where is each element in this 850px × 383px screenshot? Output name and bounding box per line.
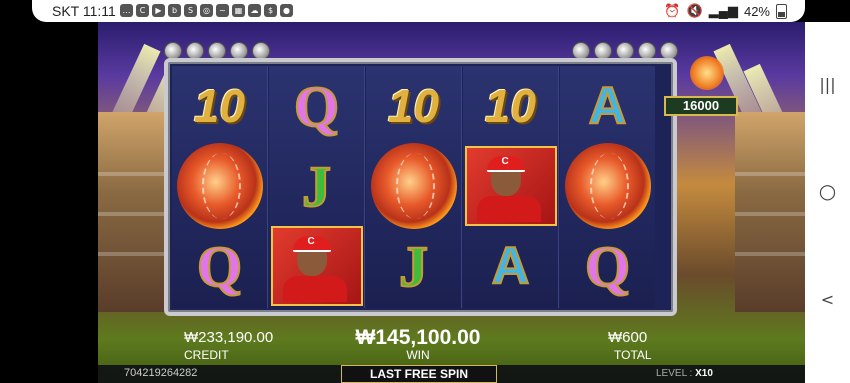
win-label: WIN — [406, 348, 430, 362]
crowd-right — [735, 112, 805, 312]
status-right: ⏰ 🔇 ▂▄▆ 42% — [664, 3, 787, 19]
bonus-indicator: 16000 — [664, 56, 738, 116]
android-nav-bar: ||| ○ < — [805, 22, 850, 383]
reel-frame: 10 Q Q J C 10 J 10 C A A Q — [164, 58, 677, 316]
game-id: 704219264282 — [124, 367, 198, 379]
reel-1: 10 Q — [172, 66, 268, 308]
reel-2: Q J C — [269, 66, 365, 308]
battery-percent: 42% — [743, 3, 770, 19]
reel-symbol: Q — [293, 73, 340, 140]
reel-symbol: J — [398, 233, 429, 300]
fireball-icon — [690, 56, 724, 90]
b-icon: b — [168, 4, 181, 17]
level-indicator: LEVEL : X10 — [656, 368, 713, 379]
fireball-icon — [176, 143, 263, 229]
reel-symbol — [560, 143, 655, 229]
instagram-icon: ◎ — [200, 4, 213, 17]
reel-4: 10 C A — [463, 66, 559, 308]
reel-symbol: Q — [196, 233, 243, 300]
home-button[interactable]: ○ — [815, 179, 840, 204]
reel-symbol: Q — [584, 233, 631, 300]
info-panel: ₩233,190.00 CREDIT ₩145,100.00 WIN ₩600 … — [98, 322, 805, 362]
image-icon: ▦ — [232, 4, 245, 17]
slot-game[interactable]: 10 Q Q J C 10 J 10 C A A Q 16000 ₩233,19… — [98, 22, 805, 383]
chat-icon: … — [120, 4, 133, 17]
status-time: SKT 11:11 — [52, 3, 116, 19]
total-value[interactable]: ₩600 — [608, 329, 647, 346]
last-free-spin-banner: LAST FREE SPIN — [341, 365, 497, 383]
reel-symbol: A — [491, 236, 531, 296]
message-icon: ● — [280, 4, 293, 17]
reel-symbol — [172, 143, 267, 229]
total-label: TOTAL — [614, 348, 652, 362]
level-value: X10 — [695, 368, 713, 379]
credit-label: CREDIT — [184, 348, 229, 362]
reel-symbol: C — [269, 226, 364, 306]
back-button[interactable]: < — [815, 287, 840, 312]
reel-3: 10 J — [366, 66, 462, 308]
youtube-icon: ▶ — [152, 4, 165, 17]
level-label: LEVEL : — [656, 368, 693, 379]
reel-symbol: 10 — [387, 80, 440, 132]
status-bar: SKT 11:11 … C ▶ b S ◎ ~ ▦ ☁ $ ● ⏰ 🔇 ▂▄▆ … — [32, 0, 805, 22]
sol-pay-icon: $ — [264, 4, 277, 17]
mute-icon: 🔇 — [686, 3, 703, 18]
fireball-icon — [564, 143, 651, 229]
reel-5: A Q — [560, 66, 655, 308]
reel-symbol: 10 — [484, 80, 537, 132]
fireball-icon — [370, 143, 457, 229]
win-value: ₩145,100.00 — [355, 326, 481, 349]
signal-icon: ▂▄▆ — [708, 3, 738, 18]
cloud-icon: ☁ — [248, 4, 261, 17]
recent-apps-button[interactable]: ||| — [815, 72, 840, 97]
alarm-icon: ⏰ — [664, 3, 681, 18]
credit-value: ₩233,190.00 — [184, 329, 274, 346]
s-icon: S — [184, 4, 197, 17]
game-footer: 704219264282 LAST FREE SPIN LEVEL : X10 — [98, 365, 805, 383]
battery-icon — [776, 3, 787, 19]
reel-symbol: A — [588, 76, 628, 136]
crowd-left — [98, 112, 170, 312]
bonus-value: 16000 — [664, 96, 738, 116]
notification-icons: … C ▶ b S ◎ ~ ▦ ☁ $ ● — [120, 4, 293, 17]
reel-symbol: C — [463, 146, 558, 226]
reel-symbol: J — [301, 153, 332, 220]
baseball-player-icon: C — [270, 226, 363, 306]
c-icon: C — [136, 4, 149, 17]
zigzag-icon: ~ — [216, 4, 229, 17]
baseball-player-icon: C — [464, 146, 557, 226]
reel-symbol: 10 — [193, 80, 246, 132]
reel-symbol — [366, 143, 461, 229]
